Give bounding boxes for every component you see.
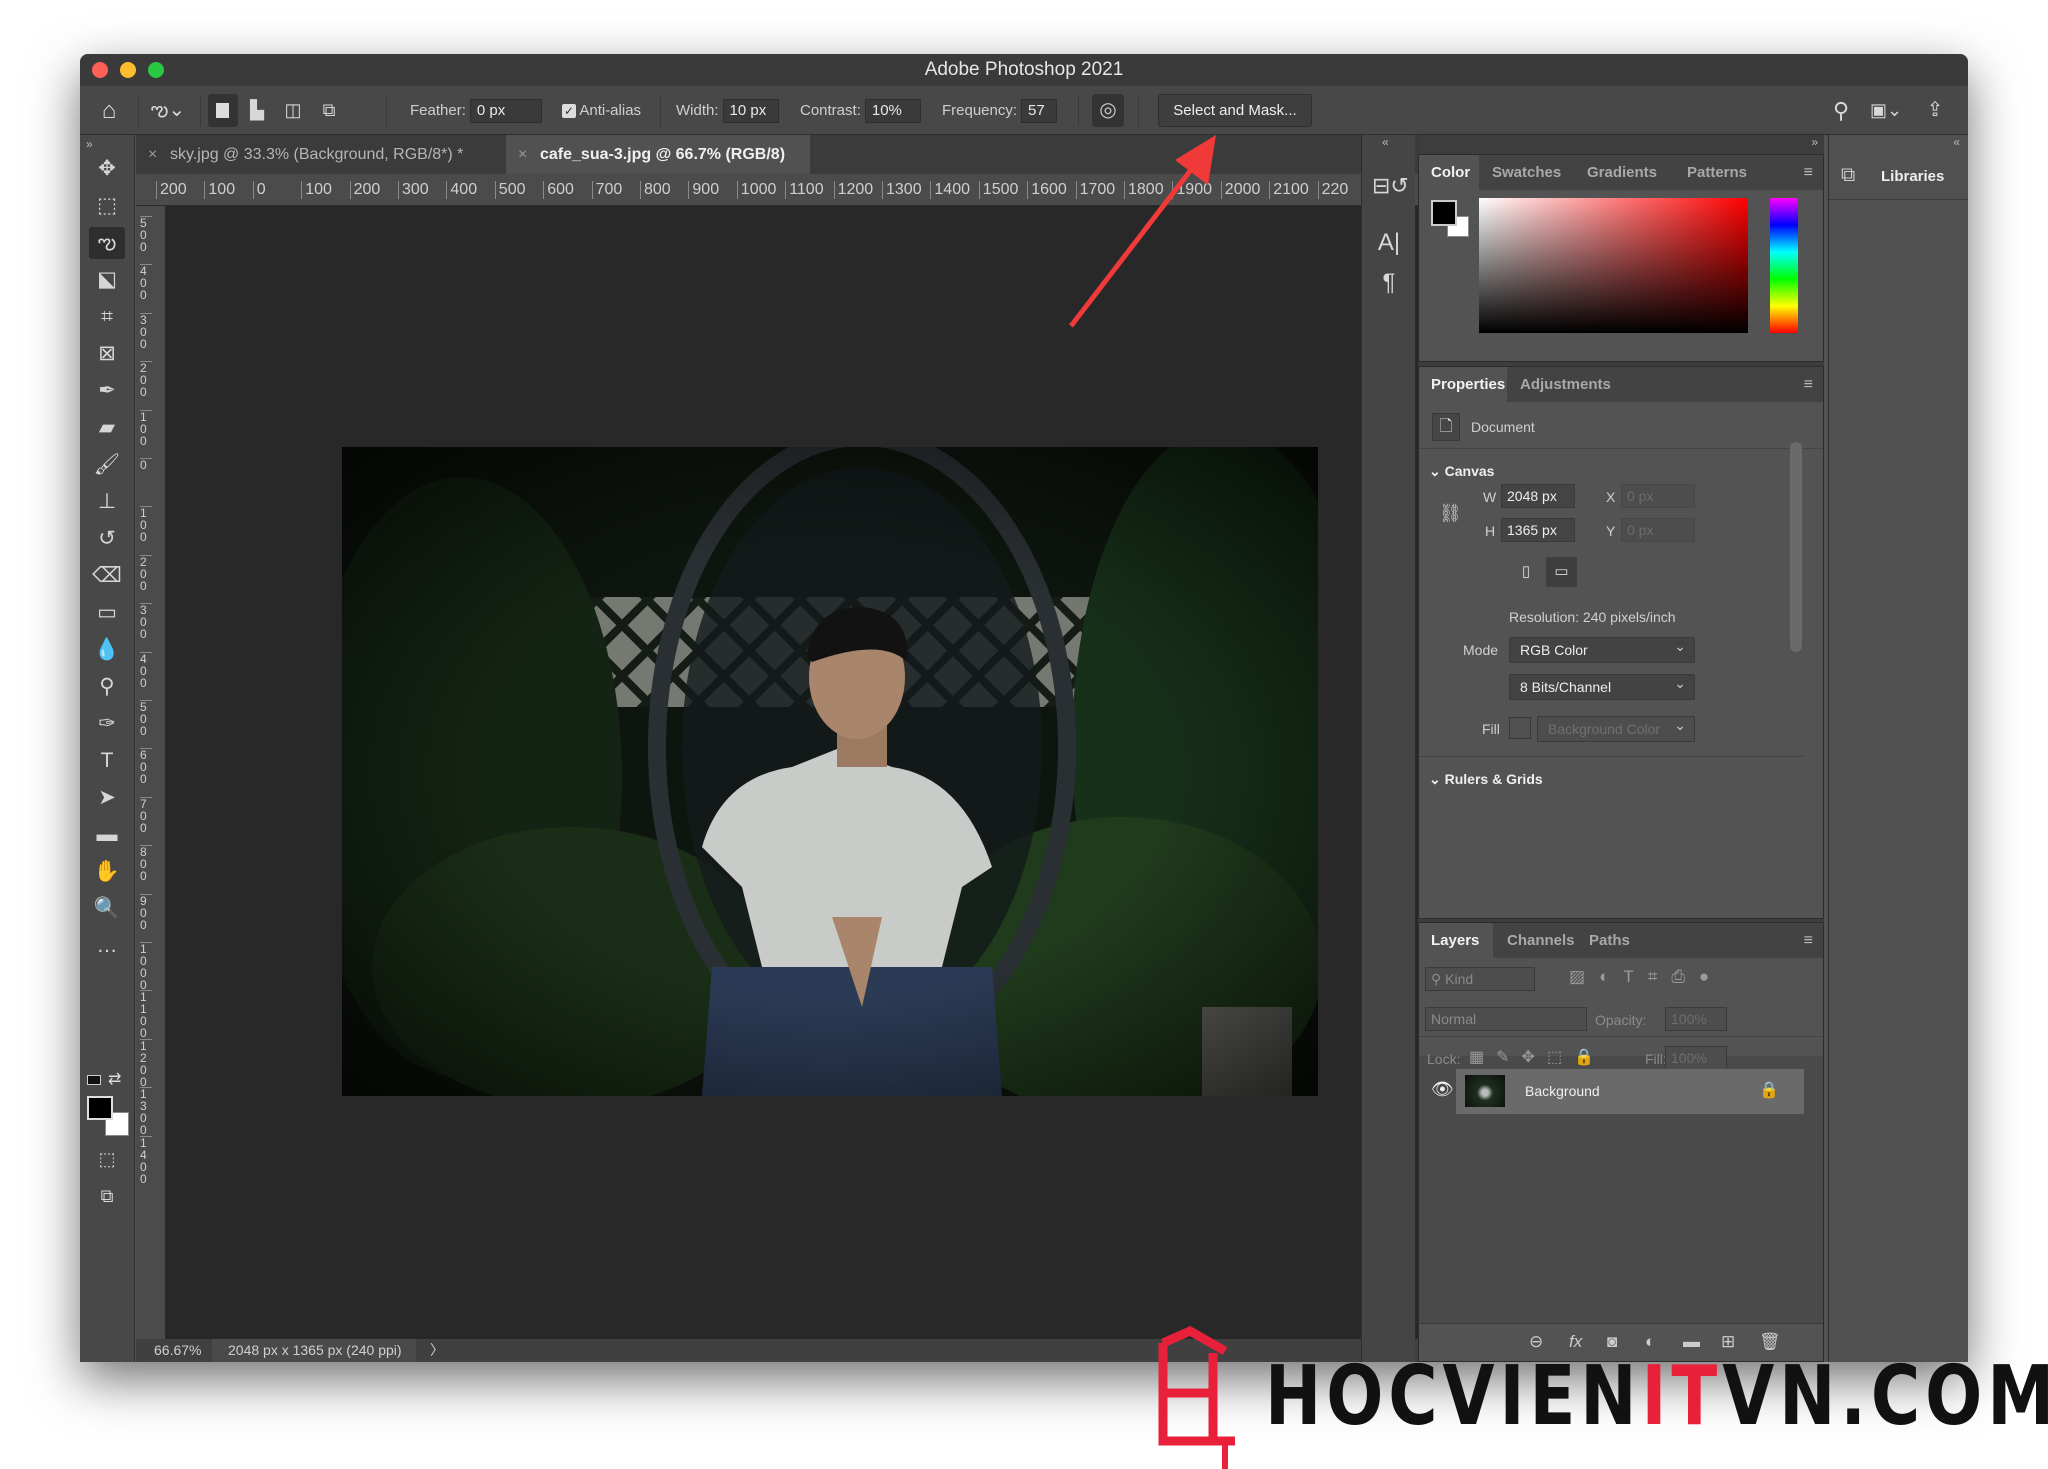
arrow-head: [1175, 135, 1216, 185]
watermark-logo: HOCVIENITVN.COM: [1145, 1323, 2048, 1469]
annotation-arrow: [1069, 135, 1216, 328]
arrow-shaft: [1069, 156, 1202, 328]
watermark-text: HOCVIENITVN.COM: [1265, 1349, 2048, 1444]
watermark-house-icon: [1158, 1325, 1235, 1469]
